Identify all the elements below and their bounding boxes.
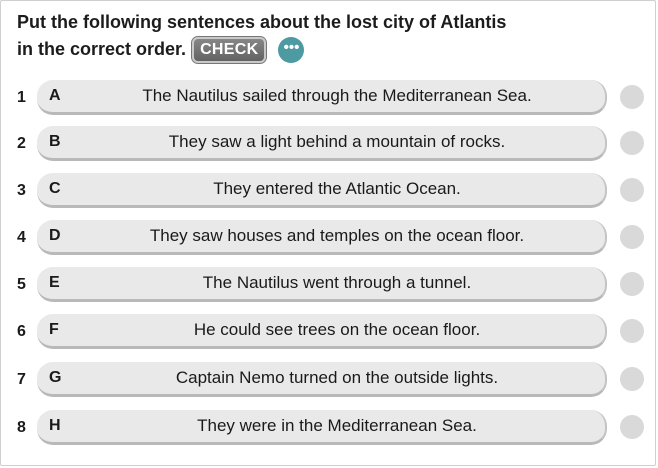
sentence-letter: F	[49, 321, 59, 338]
status-indicator-icon	[620, 225, 644, 249]
exercise-panel: Put the following sentences about the lo…	[0, 0, 656, 466]
sentence-row: 3 C They entered the Atlantic Ocean.	[1, 173, 658, 209]
sentence-row: 8 H They were in the Mediterranean Sea.	[1, 410, 658, 446]
status-indicator-icon	[620, 319, 644, 343]
sentence-text: He could see trees on the ocean floor.	[193, 320, 481, 339]
sentence-card[interactable]: C They entered the Atlantic Ocean.	[37, 173, 607, 208]
status-indicator-icon	[620, 367, 644, 391]
status-indicator-icon	[620, 272, 644, 296]
sentence-row: 6 F He could see trees on the ocean floo…	[1, 314, 658, 350]
row-number: 2	[17, 135, 26, 152]
row-number: 5	[17, 276, 26, 293]
instructions-line-2: in the correct order.	[17, 39, 187, 59]
sentence-card[interactable]: H They were in the Mediterranean Sea.	[37, 410, 607, 445]
sentence-text: They were in the Mediterranean Sea.	[197, 416, 477, 435]
sentence-text: They saw a light behind a mountain of ro…	[168, 132, 506, 151]
sentence-card[interactable]: B They saw a light behind a mountain of …	[37, 126, 607, 161]
more-dots-icon: •••	[283, 38, 300, 56]
row-number: 8	[17, 419, 26, 436]
sentence-row: 4 D They saw houses and temples on the o…	[1, 220, 658, 256]
sentence-letter: C	[49, 180, 61, 197]
sentence-row: 2 B They saw a light behind a mountain o…	[1, 126, 658, 162]
sentence-letter: G	[49, 369, 62, 386]
sentence-text: The Nautilus sailed through the Mediterr…	[142, 86, 532, 105]
row-number: 3	[17, 182, 26, 199]
sentence-card[interactable]: G Captain Nemo turned on the outside lig…	[37, 362, 607, 397]
sentence-row: 1 A The Nautilus sailed through the Medi…	[1, 80, 658, 116]
sentence-row: 5 E The Nautilus went through a tunnel.	[1, 267, 658, 303]
row-number: 4	[17, 229, 26, 246]
more-options-button[interactable]: •••	[278, 36, 305, 63]
status-indicator-icon	[620, 131, 644, 155]
instructions: Put the following sentences about the lo…	[17, 9, 617, 63]
row-number: 1	[17, 89, 26, 106]
sentence-text: Captain Nemo turned on the outside light…	[175, 368, 499, 387]
sentence-card[interactable]: E The Nautilus went through a tunnel.	[37, 267, 607, 302]
sentence-text: The Nautilus went through a tunnel.	[202, 273, 472, 292]
sentence-letter: A	[49, 87, 61, 104]
sentence-card[interactable]: D They saw houses and temples on the oce…	[37, 220, 607, 255]
sentence-card[interactable]: A The Nautilus sailed through the Medite…	[37, 80, 607, 115]
status-indicator-icon	[620, 415, 644, 439]
sentence-letter: E	[49, 274, 60, 291]
row-number: 6	[17, 323, 26, 340]
instructions-line-2-container: in the correct order. CHECK •••	[17, 36, 305, 63]
sentence-letter: D	[49, 227, 61, 244]
status-indicator-icon	[620, 85, 644, 109]
sentence-text: They saw houses and temples on the ocean…	[149, 226, 525, 245]
sentence-row: 7 G Captain Nemo turned on the outside l…	[1, 362, 658, 398]
instructions-line-1: Put the following sentences about the lo…	[17, 12, 507, 32]
row-number: 7	[17, 371, 26, 388]
sentence-letter: H	[49, 417, 61, 434]
check-button[interactable]: CHECK	[192, 36, 267, 63]
sentence-text: They entered the Atlantic Ocean.	[213, 179, 461, 198]
sentence-card[interactable]: F He could see trees on the ocean floor.	[37, 314, 607, 349]
sentence-letter: B	[49, 133, 61, 150]
status-indicator-icon	[620, 178, 644, 202]
